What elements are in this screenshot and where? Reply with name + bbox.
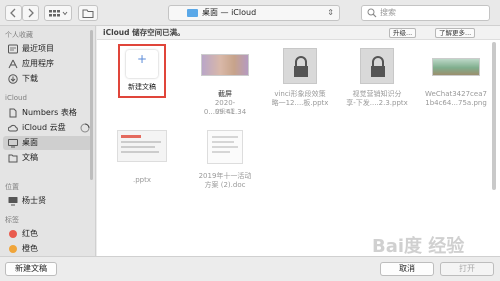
sidebar-item-documents[interactable]: 文稿 — [3, 151, 92, 165]
sidebar-item-label: 下载 — [22, 74, 38, 83]
location-popup[interactable]: 桌面 — iCloud ⇕ — [168, 5, 340, 21]
sidebar-item-icloud-drive[interactable]: iCloud 云盘 — [3, 121, 92, 135]
file-name: 截屏 — [218, 90, 232, 98]
sidebar-item-computer[interactable]: 杨士贤 — [3, 194, 92, 208]
tag-red-dot-icon — [9, 230, 17, 238]
chevron-updown-icon: ⇕ — [327, 8, 334, 17]
chevron-right-icon — [28, 8, 34, 18]
file-item-wechat-png[interactable]: WeChat3427cea7 1b4c64...75a.png — [425, 54, 487, 124]
file-item-new-document[interactable]: + 新建文稿 — [118, 44, 166, 98]
sidebar-item-label: 杨士贤 — [22, 196, 46, 205]
sidebar-item-recents[interactable]: 最近项目 — [3, 42, 92, 56]
watermark-logo: Bai度 经验 — [372, 236, 465, 257]
file-name: 视觉营销知识分 — [352, 90, 402, 98]
sidebar-section-locations: 位置 — [5, 183, 19, 191]
sidebar-item-applications[interactable]: 应用程序 — [3, 57, 92, 71]
upgrade-button[interactable]: 升级... — [389, 28, 417, 38]
sidebar-item-label: iCloud 云盘 — [22, 123, 66, 132]
new-document-thumbnail: + — [126, 50, 158, 78]
lock-icon — [371, 56, 385, 77]
cloud-icon — [8, 124, 18, 132]
file-name: 新建文稿 — [128, 83, 156, 91]
computer-icon — [8, 197, 18, 206]
sidebar-scrollbar[interactable] — [90, 30, 93, 180]
documents-folder-icon — [8, 154, 18, 163]
tag-orange-dot-icon — [9, 245, 17, 253]
pptx-thumbnail — [117, 130, 167, 162]
sidebar-item-downloads[interactable]: 下载 — [3, 72, 92, 86]
view-mode-button[interactable] — [44, 5, 72, 21]
sidebar-item-label: 文稿 — [22, 153, 38, 162]
plus-icon: + — [136, 52, 148, 66]
sidebar-item-tag-orange[interactable]: 橙色 — [3, 242, 92, 256]
lock-icon — [294, 56, 308, 77]
image-thumbnail — [432, 58, 480, 76]
sidebar-item-label: 橙色 — [22, 244, 38, 253]
file-open-dialog: 桌面 — iCloud ⇕ 搜索 个人收藏 最近项目 应用程序 下载 iClou… — [0, 0, 500, 281]
sidebar-item-label: Numbers 表格 — [22, 108, 77, 117]
file-name-line2: 略一12....板.pptx — [271, 99, 329, 107]
file-item-vinci-pptx[interactable]: vinci形象段效策 略一12....板.pptx — [269, 48, 331, 118]
chevron-left-icon — [10, 8, 16, 18]
search-placeholder: 搜索 — [380, 8, 396, 17]
sidebar-item-label: 红色 — [22, 229, 38, 238]
toolbar: 桌面 — iCloud ⇕ 搜索 — [0, 0, 500, 26]
file-subtitle: 空间不足 — [214, 109, 235, 115]
desktop-icon — [8, 139, 18, 148]
content-scrollbar[interactable] — [492, 42, 496, 190]
sidebar-item-desktop[interactable]: 桌面 — [3, 136, 92, 150]
new-document-button[interactable]: 新建文稿 — [5, 262, 57, 276]
folder-icon — [82, 9, 94, 18]
sidebar-section-icloud: iCloud — [5, 94, 27, 102]
icloud-storage-bar: iCloud 储存空间已满。 升级... 了解更多... — [97, 26, 500, 40]
file-name-line2: 1b4c64...75a.png — [425, 99, 487, 107]
forward-button[interactable] — [22, 5, 39, 21]
sidebar-item-tag-red[interactable]: 红色 — [3, 227, 92, 241]
sidebar-item-label: 应用程序 — [22, 59, 54, 68]
file-item-2019-doc[interactable]: 2019年十一活动 方案 (2).doc — [194, 130, 256, 190]
file-name: 2019年十一活动 — [198, 172, 252, 180]
back-button[interactable] — [5, 5, 22, 21]
file-name: WeChat3427cea7 — [425, 90, 487, 98]
sidebar-section-tags: 标签 — [5, 216, 19, 224]
learn-more-button[interactable]: 了解更多... — [435, 28, 476, 38]
download-icon — [8, 74, 18, 84]
sidebar-item-numbers[interactable]: Numbers 表格 — [3, 106, 92, 120]
pptx-thumbnail — [360, 48, 394, 84]
file-item-visual-marketing-pptx[interactable]: 视觉营销知识分 享-下发....2.3.pptx — [346, 48, 408, 118]
sidebar: 个人收藏 最近项目 应用程序 下载 iCloud Numbers 表格 iClo… — [0, 26, 96, 256]
doc-thumbnail — [207, 130, 243, 164]
new-folder-button[interactable] — [78, 5, 98, 21]
screenshot-thumbnail — [201, 54, 249, 76]
pptx-thumbnail — [283, 48, 317, 84]
file-item-pptx[interactable]: .pptx — [111, 130, 173, 190]
icloud-storage-message: iCloud 储存空间已满。 — [103, 28, 185, 37]
desktop-folder-icon — [187, 9, 198, 17]
document-icon — [9, 108, 17, 118]
cancel-button[interactable]: 取消 — [380, 262, 434, 276]
file-name: vinci形象段效策 — [274, 90, 326, 98]
sidebar-section-favorites: 个人收藏 — [5, 31, 33, 39]
dialog-footer: 新建文稿 取消 打开 — [0, 256, 500, 281]
file-browser: iCloud 储存空间已满。 升级... 了解更多... + 新建文稿 截屏 2… — [97, 26, 500, 256]
file-name-line2: 享-下发....2.3.pptx — [346, 99, 408, 107]
file-name: .pptx — [133, 176, 151, 184]
sync-progress-icon — [80, 123, 90, 133]
icon-grid-icon — [49, 10, 68, 17]
file-item-screenshot[interactable]: 截屏 2020-0...09.41.34 空间不足 — [194, 54, 256, 124]
file-name-line2: 方案 (2).doc — [204, 181, 246, 189]
sidebar-item-label: 最近项目 — [22, 44, 54, 53]
location-label: 桌面 — iCloud — [202, 8, 257, 17]
sidebar-item-label: 桌面 — [22, 138, 38, 147]
search-icon — [367, 8, 377, 18]
open-button[interactable]: 打开 — [440, 262, 494, 276]
clock-icon — [8, 44, 18, 54]
applications-icon — [8, 59, 18, 69]
search-input[interactable]: 搜索 — [361, 5, 490, 21]
